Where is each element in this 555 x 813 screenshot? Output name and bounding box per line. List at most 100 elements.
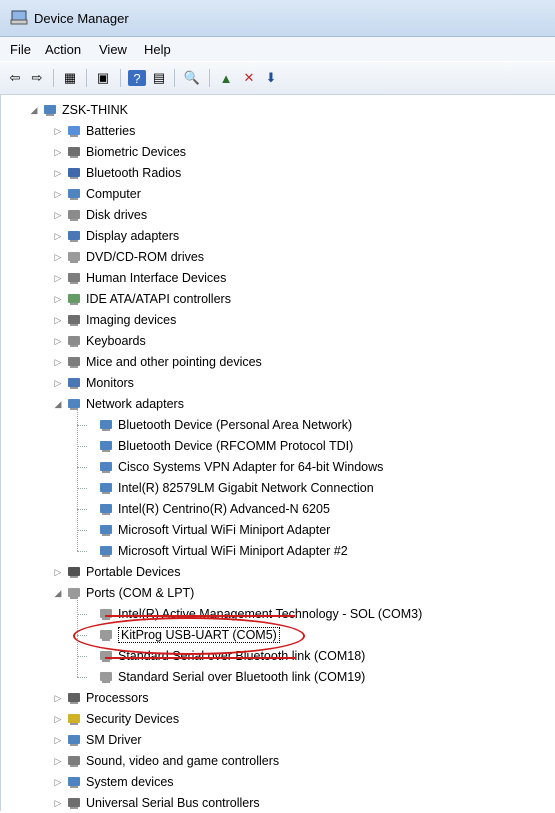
tree-node-label: System devices bbox=[86, 775, 174, 789]
tree-node-label: Display adapters bbox=[86, 229, 180, 243]
tree-node[interactable]: ◢ Ports (COM & LPT) bbox=[53, 583, 195, 603]
show-hide-icon[interactable]: ▣ bbox=[94, 70, 112, 86]
tree-child-node[interactable]: Bluetooth Device (RFCOMM Protocol TDI) bbox=[85, 436, 353, 456]
tree-child-node[interactable]: Standard Serial over Bluetooth link (COM… bbox=[85, 667, 365, 687]
tree-node[interactable]: ▷ Biometric Devices bbox=[53, 142, 187, 162]
disable-icon[interactable]: ⬇ bbox=[262, 70, 280, 86]
uninstall-icon[interactable]: ✕ bbox=[240, 70, 258, 86]
tree-child-node[interactable]: Bluetooth Device (Personal Area Network) bbox=[85, 415, 352, 435]
collapse-arrow-icon[interactable]: ◢ bbox=[53, 588, 63, 599]
expand-arrow-icon[interactable]: ▷ bbox=[53, 126, 63, 137]
disk-icon bbox=[65, 207, 82, 224]
help-icon[interactable]: ? bbox=[128, 70, 146, 86]
expand-arrow-icon[interactable]: ▷ bbox=[53, 231, 63, 242]
expand-arrow-icon[interactable]: ▷ bbox=[53, 147, 63, 158]
window-title: Device Manager bbox=[34, 11, 129, 26]
tree-child-node[interactable]: Microsoft Virtual WiFi Miniport Adapter … bbox=[85, 541, 348, 561]
tree-node[interactable]: ▷ Sound, video and game controllers bbox=[53, 751, 280, 771]
tree-node[interactable]: ▷ Mice and other pointing devices bbox=[53, 352, 262, 372]
network-adapter-icon bbox=[97, 438, 114, 455]
tree-node[interactable]: ▷ SM Driver bbox=[53, 730, 142, 750]
tree-root[interactable]: ◢ ZSK-THINK bbox=[29, 100, 128, 120]
menu-action[interactable]: Action bbox=[45, 42, 81, 57]
tree-child-node[interactable]: Cisco Systems VPN Adapter for 64-bit Win… bbox=[85, 457, 383, 477]
back-icon[interactable]: ⇦ bbox=[6, 70, 24, 86]
sound-icon bbox=[65, 753, 82, 770]
collapse-arrow-icon[interactable]: ◢ bbox=[53, 399, 63, 410]
hid-icon bbox=[65, 270, 82, 287]
tree-node[interactable]: ▷ Display adapters bbox=[53, 226, 180, 246]
expand-arrow-icon[interactable]: ▷ bbox=[53, 567, 63, 578]
expand-arrow-icon[interactable]: ▷ bbox=[53, 273, 63, 284]
tree-node[interactable]: ▷ Bluetooth Radios bbox=[53, 163, 182, 183]
expand-arrow-icon[interactable]: ▷ bbox=[53, 714, 63, 725]
computer-icon bbox=[65, 186, 82, 203]
tree-node[interactable]: ▷ Processors bbox=[53, 688, 149, 708]
expand-arrow-icon[interactable]: ▷ bbox=[53, 735, 63, 746]
tree-node-label: Bluetooth Device (Personal Area Network) bbox=[118, 418, 353, 432]
expand-arrow-icon[interactable]: ▷ bbox=[53, 798, 63, 809]
tree-node-label: Monitors bbox=[86, 376, 134, 390]
tree-node[interactable]: ▷ Batteries bbox=[53, 121, 136, 141]
menu-help[interactable]: Help bbox=[144, 42, 171, 57]
expand-arrow-icon[interactable]: ▷ bbox=[53, 189, 63, 200]
port-icon bbox=[65, 585, 82, 602]
tree-node[interactable]: ▷ Disk drives bbox=[53, 205, 148, 225]
tree-node-label: Intel(R) 82579LM Gigabit Network Connect… bbox=[118, 481, 374, 495]
strike-mark bbox=[105, 615, 295, 617]
toolbar: ⇦ ⇨ ▦ ▣ ? ▤ 🔍 ▲ ✕ ⬇ bbox=[0, 62, 555, 95]
expand-arrow-icon[interactable]: ▷ bbox=[53, 693, 63, 704]
menu-view[interactable]: View bbox=[99, 42, 127, 57]
tree-node[interactable]: ▷ Universal Serial Bus controllers bbox=[53, 793, 260, 813]
network-adapter-icon bbox=[97, 543, 114, 560]
tree-node[interactable]: ▷ Monitors bbox=[53, 373, 134, 393]
network-icon bbox=[65, 396, 82, 413]
expand-arrow-icon[interactable]: ▷ bbox=[53, 756, 63, 767]
expand-arrow-icon[interactable]: ▷ bbox=[53, 336, 63, 347]
menu-file[interactable]: File bbox=[10, 42, 31, 57]
tree-node[interactable]: ▷ IDE ATA/ATAPI controllers bbox=[53, 289, 231, 309]
expand-arrow-icon[interactable]: ▷ bbox=[53, 294, 63, 305]
tree-child-node[interactable]: Intel(R) Centrino(R) Advanced-N 6205 bbox=[85, 499, 330, 519]
device-manager-icon bbox=[10, 10, 28, 25]
mouse-icon bbox=[65, 354, 82, 371]
scan-icon[interactable]: 🔍 bbox=[183, 70, 201, 86]
tree-node[interactable]: ▷ Keyboards bbox=[53, 331, 146, 351]
tree-node-label: Processors bbox=[86, 691, 149, 705]
tree-node[interactable]: ◢ Network adapters bbox=[53, 394, 184, 414]
tree-node-label: Microsoft Virtual WiFi Miniport Adapter bbox=[118, 523, 331, 537]
bluetooth-icon bbox=[65, 165, 82, 182]
update-driver-icon[interactable]: ▲ bbox=[217, 70, 235, 86]
expand-arrow-icon[interactable]: ▷ bbox=[53, 777, 63, 788]
tree-node[interactable]: ▷ Human Interface Devices bbox=[53, 268, 227, 288]
com-port-icon bbox=[97, 669, 114, 686]
network-adapter-icon bbox=[97, 501, 114, 518]
collapse-arrow-icon[interactable]: ◢ bbox=[29, 105, 39, 116]
view-icon[interactable]: ▤ bbox=[150, 70, 168, 86]
expand-arrow-icon[interactable]: ▷ bbox=[53, 252, 63, 263]
tree-child-node[interactable]: Microsoft Virtual WiFi Miniport Adapter bbox=[85, 520, 330, 540]
tree-node-label: DVD/CD-ROM drives bbox=[86, 250, 205, 264]
tree-node-label: Disk drives bbox=[86, 208, 148, 222]
forward-icon[interactable]: ⇨ bbox=[28, 70, 46, 86]
expand-arrow-icon[interactable]: ▷ bbox=[53, 168, 63, 179]
expand-arrow-icon[interactable]: ▷ bbox=[53, 357, 63, 368]
tree-node[interactable]: ▷ Imaging devices bbox=[53, 310, 177, 330]
expand-arrow-icon[interactable]: ▷ bbox=[53, 210, 63, 221]
properties-icon[interactable]: ▦ bbox=[61, 70, 79, 86]
tree-child-node[interactable]: Intel(R) 82579LM Gigabit Network Connect… bbox=[85, 478, 374, 498]
network-adapter-icon bbox=[97, 480, 114, 497]
tree-node[interactable]: ▷ Computer bbox=[53, 184, 141, 204]
expand-arrow-icon[interactable]: ▷ bbox=[53, 315, 63, 326]
strike-mark bbox=[105, 657, 295, 659]
tree-node-label: ZSK-THINK bbox=[62, 103, 128, 117]
monitor-icon bbox=[65, 375, 82, 392]
tree-node-label: Biometric Devices bbox=[86, 145, 187, 159]
expand-arrow-icon[interactable]: ▷ bbox=[53, 378, 63, 389]
tree-node[interactable]: ▷ Portable Devices bbox=[53, 562, 181, 582]
tree-node[interactable]: ▷ System devices bbox=[53, 772, 174, 792]
tree-node[interactable]: ▷ Security Devices bbox=[53, 709, 180, 729]
dvd-icon bbox=[65, 249, 82, 266]
display-icon bbox=[65, 228, 82, 245]
tree-node[interactable]: ▷ DVD/CD-ROM drives bbox=[53, 247, 205, 267]
